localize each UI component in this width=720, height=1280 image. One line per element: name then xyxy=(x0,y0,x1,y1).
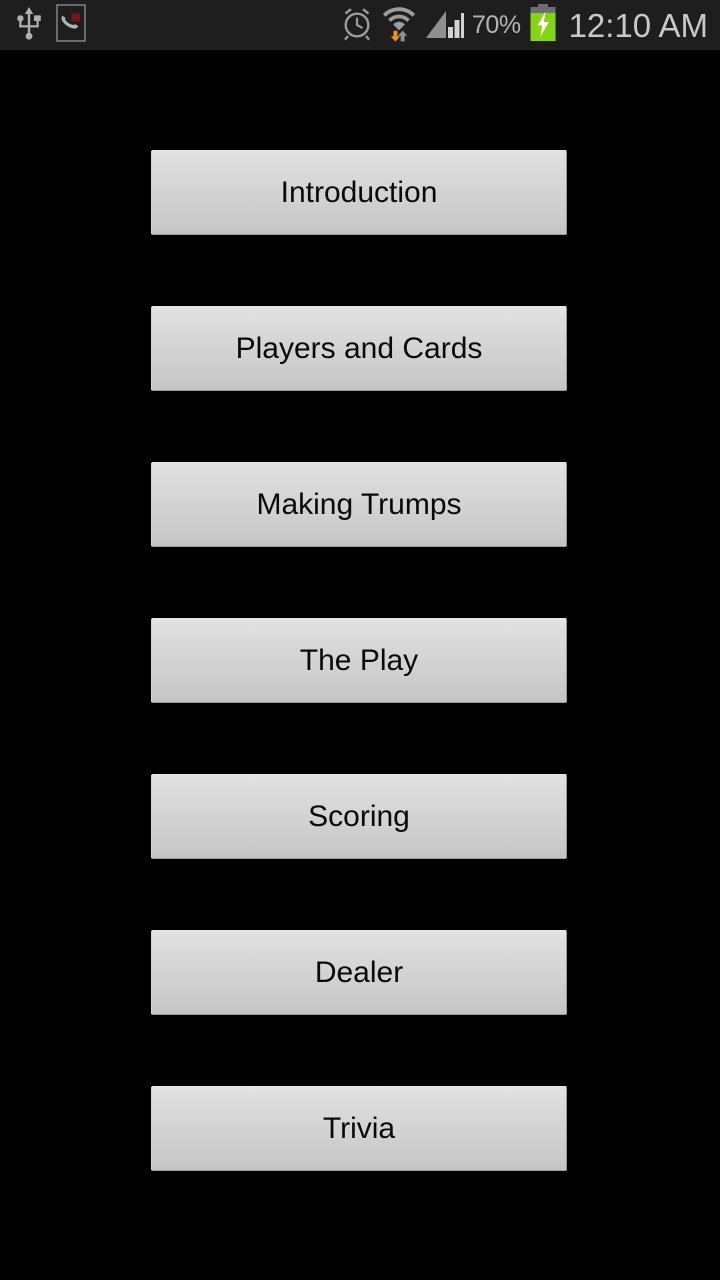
menu-button-the-play[interactable]: The Play xyxy=(151,618,567,703)
battery-charging-icon xyxy=(529,3,557,47)
wifi-upload-arrow xyxy=(397,30,408,41)
menu-button-making-trumps[interactable]: Making Trumps xyxy=(151,462,567,547)
battery-percent-label: 70% xyxy=(472,10,521,39)
main-content: Introduction Players and Cards Making Tr… xyxy=(0,50,720,1280)
menu-button-players-and-cards[interactable]: Players and Cards xyxy=(151,306,567,391)
usb-icon xyxy=(16,6,42,45)
wifi-icon xyxy=(382,4,416,47)
status-bar-right-icons: 70% 12:10 AM xyxy=(340,3,710,47)
menu-button-list: Introduction Players and Cards Making Tr… xyxy=(151,150,567,1171)
status-bar[interactable]: 70% 12:10 AM xyxy=(0,0,720,50)
status-bar-left-icons xyxy=(16,3,86,47)
menu-button-introduction[interactable]: Introduction xyxy=(151,150,567,235)
status-bar-clock: 12:10 AM xyxy=(568,6,708,44)
signal-bars-icon xyxy=(424,6,467,45)
menu-button-dealer[interactable]: Dealer xyxy=(151,930,567,1015)
missed-call-icon xyxy=(56,3,86,47)
menu-button-trivia[interactable]: Trivia xyxy=(151,1086,567,1171)
wifi-download-arrow xyxy=(390,30,401,42)
alarm-clock-icon xyxy=(340,5,374,46)
menu-button-scoring[interactable]: Scoring xyxy=(151,774,567,859)
